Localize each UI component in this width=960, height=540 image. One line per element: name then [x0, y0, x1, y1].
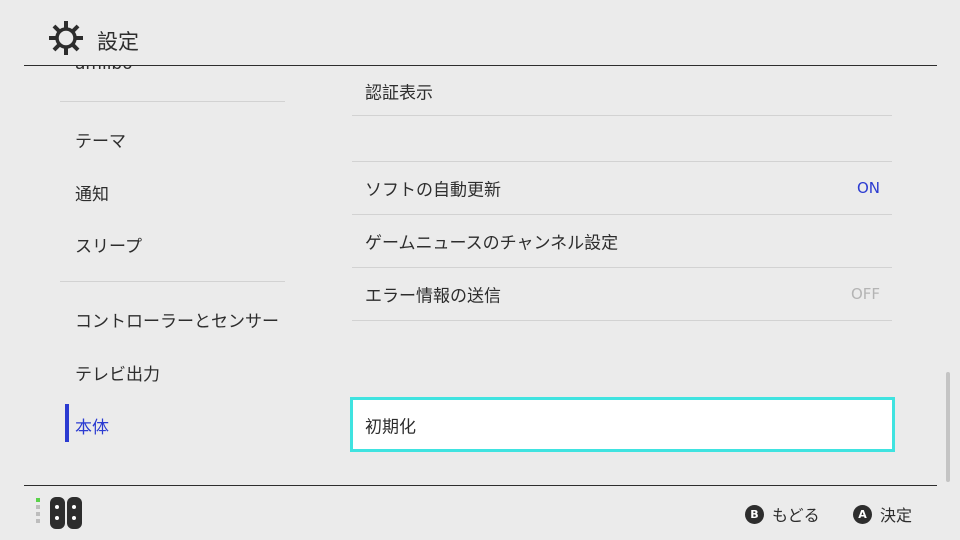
row-label: ソフトの自動更新: [365, 180, 501, 201]
row-label: エラー情報の送信: [365, 286, 501, 307]
error-reporting-status: OFF: [850, 285, 880, 303]
settings-list: 認証表示 ソフトの自動更新 ON ゲームニュースのチャンネル設定 エラー情報の送…: [350, 66, 895, 486]
footer-divider: [24, 485, 937, 486]
sidebar: amiibo テーマ 通知 スリープ コントローラーとセンサー テレビ出力 本体: [0, 66, 300, 486]
settings-row-certification[interactable]: 認証表示: [352, 66, 892, 116]
sidebar-item-sleep[interactable]: スリープ: [75, 232, 142, 257]
back-hint[interactable]: B もどる: [745, 503, 820, 525]
page-title: 設定: [97, 30, 139, 54]
settings-row-blank: [352, 116, 892, 162]
scrollbar[interactable]: [946, 372, 950, 482]
row-label: ゲームニュースのチャンネル設定: [365, 233, 619, 254]
settings-row-error-reporting[interactable]: エラー情報の送信 OFF: [352, 268, 892, 321]
sidebar-item-tv-output[interactable]: テレビ出力: [75, 360, 160, 385]
auto-update-status: ON: [856, 179, 880, 197]
sidebar-item-controllers[interactable]: コントローラーとセンサー: [75, 307, 279, 332]
sidebar-item-notifications[interactable]: 通知: [75, 180, 109, 205]
confirm-hint[interactable]: A 決定: [853, 503, 912, 525]
active-indicator: [65, 404, 69, 442]
gear-icon: [49, 21, 83, 55]
joycon-icon: [36, 497, 82, 529]
header-bar: 設定: [0, 0, 960, 66]
row-label: 初期化: [365, 417, 416, 437]
back-label: もどる: [772, 506, 820, 525]
a-button-icon: A: [853, 504, 872, 524]
sidebar-item-amiibo[interactable]: amiibo: [75, 66, 133, 74]
b-button-icon: B: [745, 504, 764, 524]
initialize-button[interactable]: 初期化: [350, 397, 895, 452]
settings-row-news-channel[interactable]: ゲームニュースのチャンネル設定: [352, 215, 892, 268]
row-label: 認証表示: [365, 83, 433, 103]
sidebar-item-system[interactable]: 本体: [75, 413, 109, 438]
settings-row-auto-update[interactable]: ソフトの自動更新 ON: [352, 162, 892, 215]
sidebar-item-theme[interactable]: テーマ: [75, 127, 126, 152]
sidebar-divider: [60, 101, 285, 102]
confirm-label: 決定: [880, 506, 913, 525]
sidebar-divider: [60, 281, 285, 282]
